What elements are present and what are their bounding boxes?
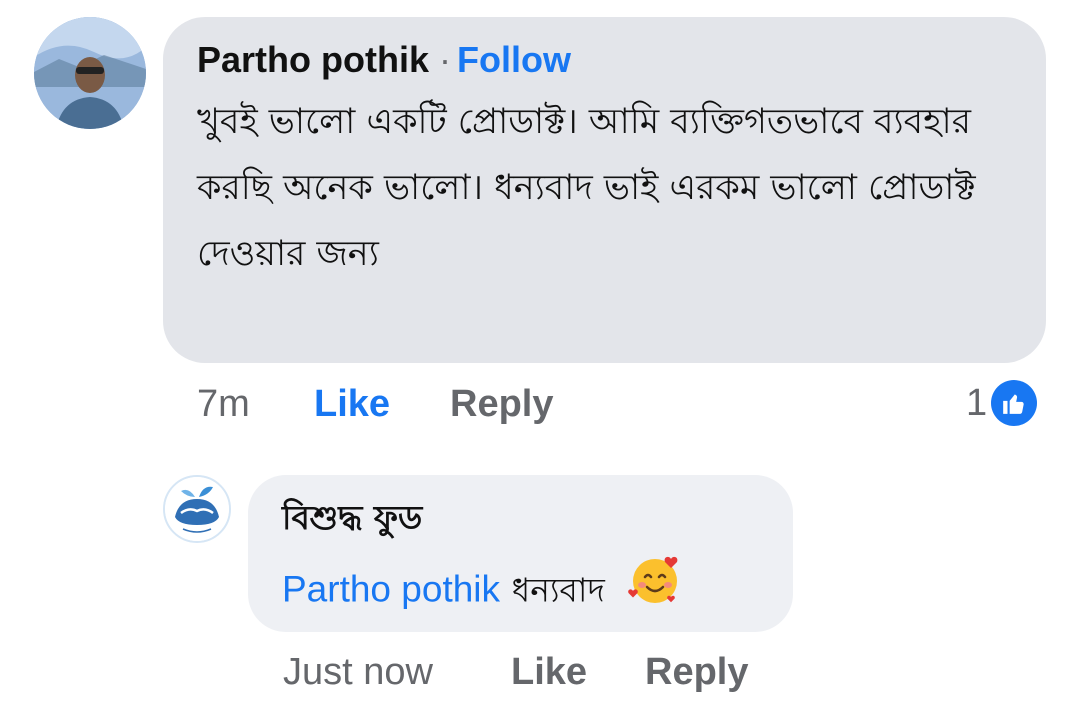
comment-actions: 7m Like Reply: [0, 383, 1080, 433]
reply-like-button[interactable]: Like: [511, 651, 587, 694]
follow-button[interactable]: Follow: [457, 39, 571, 80]
reply-author-name[interactable]: বিশুদ্ধ ফুড: [282, 495, 763, 541]
page-logo-avatar[interactable]: [163, 475, 231, 543]
commenter-avatar[interactable]: [34, 17, 146, 129]
separator-dot: ·: [439, 39, 451, 80]
mention-link[interactable]: Partho pothik: [282, 569, 500, 610]
comment-text: খুবই ভালো একটি প্রোডাক্ট। আমি ব্যক্তিগতভ…: [197, 102, 976, 274]
reply-bubble: বিশুদ্ধ ফুড Partho pothik ধন্যবাদ: [248, 475, 793, 632]
reply-text-line: Partho pothik ধন্যবাদ: [282, 555, 763, 627]
thumbs-up-icon: [991, 380, 1038, 426]
reaction-count: 1: [966, 381, 988, 424]
reply-button[interactable]: Reply: [450, 383, 553, 426]
comment-bubble: Partho pothik · Follow খুবই ভালো একটি প্রো…: [163, 17, 1046, 363]
reply-timestamp: Just now: [283, 651, 433, 693]
reply-actions: Just now Like Reply: [0, 651, 1080, 701]
comment-thread: Partho pothik · Follow খুবই ভালো একটি প্রো…: [0, 0, 1080, 724]
reply-reply-button[interactable]: Reply: [645, 651, 748, 694]
like-button[interactable]: Like: [314, 383, 390, 426]
reply-text: ধন্যবাদ: [511, 570, 605, 610]
commenter-name[interactable]: Partho pothik: [197, 39, 429, 80]
reaction-summary[interactable]: 1: [966, 380, 1038, 426]
comment-header: Partho pothik · Follow: [197, 37, 1016, 83]
comment-timestamp: 7m: [197, 383, 250, 425]
smiling-face-with-hearts-icon: [627, 551, 683, 623]
